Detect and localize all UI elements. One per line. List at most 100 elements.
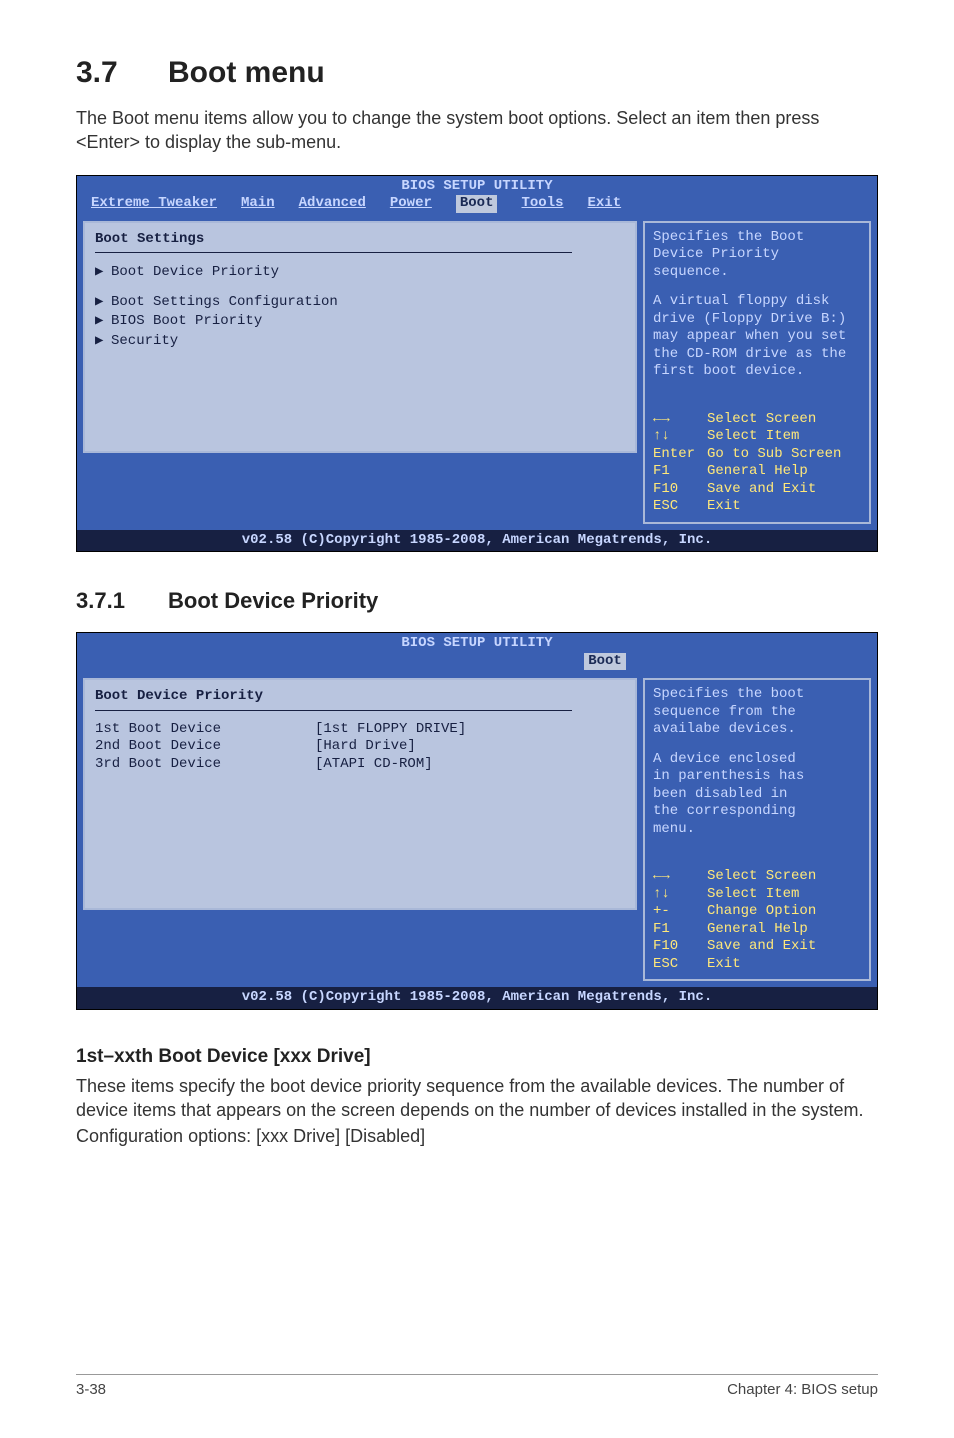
submenu-arrow-icon: ▶ bbox=[95, 294, 111, 312]
setting-value: [ATAPI CD-ROM] bbox=[315, 756, 433, 774]
bios-utility-title: BIOS SETUP UTILITY bbox=[77, 633, 877, 653]
bios-copyright-footer: v02.58 (C)Copyright 1985-2008, American … bbox=[77, 530, 877, 552]
key-f1: F1 bbox=[653, 463, 707, 481]
item-label: Boot Settings Configuration bbox=[111, 294, 338, 310]
menu-extreme-tweaker[interactable]: Extreme Tweaker bbox=[91, 195, 217, 213]
list-item[interactable]: ▶Security bbox=[95, 332, 625, 352]
help-line: availabe devices. bbox=[653, 721, 861, 739]
key-label: Select Item bbox=[707, 428, 799, 446]
key-label: Change Option bbox=[707, 903, 816, 921]
intro-paragraph: The Boot menu items allow you to change … bbox=[76, 106, 878, 155]
arrows-lr-icon: ←→ bbox=[653, 411, 707, 429]
subsection-number: 3.7.1 bbox=[76, 588, 168, 614]
bios-right-panel: Specifies the boot sequence from the ava… bbox=[643, 672, 877, 987]
bios-utility-title: BIOS SETUP UTILITY bbox=[77, 176, 877, 196]
paragraph-heading: 1st–xxth Boot Device [xxx Drive] bbox=[76, 1046, 878, 1068]
key-label: General Help bbox=[707, 921, 808, 939]
key-label: Save and Exit bbox=[707, 481, 816, 499]
section-heading: 3.7Boot menu bbox=[76, 56, 878, 90]
key-legend: ←→Select Screen ↑↓Select Item EnterGo to… bbox=[653, 411, 861, 516]
item-label: BIOS Boot Priority bbox=[111, 313, 262, 329]
menu-advanced[interactable]: Advanced bbox=[299, 195, 366, 213]
menu-tools[interactable]: Tools bbox=[521, 195, 563, 213]
body-paragraph: These items specify the boot device prio… bbox=[76, 1074, 878, 1123]
key-label: Exit bbox=[707, 956, 741, 974]
menu-exit[interactable]: Exit bbox=[588, 195, 622, 213]
help-line: sequence from the bbox=[653, 704, 861, 722]
document-page: 3.7Boot menu The Boot menu items allow y… bbox=[0, 0, 954, 1438]
bios-screenshot-boot-device-priority: BIOS SETUP UTILITY Boot Boot Device Prio… bbox=[76, 632, 878, 1010]
divider bbox=[95, 252, 572, 253]
key-f10: F10 bbox=[653, 938, 707, 956]
panel-heading: Boot Device Priority bbox=[95, 688, 625, 706]
key-enter: Enter bbox=[653, 446, 707, 464]
help-line: been disabled in bbox=[653, 786, 861, 804]
arrows-ud-icon: ↑↓ bbox=[653, 428, 707, 446]
key-esc: ESC bbox=[653, 956, 707, 974]
key-label: Go to Sub Screen bbox=[707, 446, 841, 464]
bios-left-inner: Boot Device Priority 1st Boot Device [1s… bbox=[83, 678, 637, 910]
list-item[interactable]: ▶Boot Settings Configuration bbox=[95, 293, 625, 313]
menu-main[interactable]: Main bbox=[241, 195, 275, 213]
arrows-ud-icon: ↑↓ bbox=[653, 886, 707, 904]
menu-power[interactable]: Power bbox=[390, 195, 432, 213]
page-number: 3-38 bbox=[76, 1381, 106, 1398]
item-label: Security bbox=[111, 333, 178, 349]
list-item[interactable]: ▶Boot Device Priority bbox=[95, 263, 625, 283]
setting-row[interactable]: 1st Boot Device [1st FLOPPY DRIVE] bbox=[95, 721, 625, 739]
setting-value: [Hard Drive] bbox=[315, 738, 416, 756]
setting-key: 1st Boot Device bbox=[95, 721, 315, 739]
bios-top-menu: Extreme Tweaker Main Advanced Power Boot… bbox=[77, 195, 877, 215]
section-number: 3.7 bbox=[76, 56, 168, 90]
page-footer: 3-38 Chapter 4: BIOS setup bbox=[76, 1374, 878, 1398]
divider bbox=[95, 710, 572, 711]
key-label: Select Item bbox=[707, 886, 799, 904]
bios-body: Boot Device Priority 1st Boot Device [1s… bbox=[77, 672, 877, 987]
section-title-text: Boot menu bbox=[168, 56, 325, 89]
key-f1: F1 bbox=[653, 921, 707, 939]
arrows-lr-icon: ←→ bbox=[653, 868, 707, 886]
help-line: Specifies the boot bbox=[653, 686, 861, 704]
setting-key: 2nd Boot Device bbox=[95, 738, 315, 756]
help-line: the corresponding bbox=[653, 803, 861, 821]
submenu-arrow-icon: ▶ bbox=[95, 333, 111, 351]
bios-body: Boot Settings ▶Boot Device Priority ▶Boo… bbox=[77, 215, 877, 530]
list-item[interactable]: ▶BIOS Boot Priority bbox=[95, 312, 625, 332]
key-label: Select Screen bbox=[707, 411, 816, 429]
submenu-arrow-icon: ▶ bbox=[95, 313, 111, 331]
help-line: A virtual floppy disk bbox=[653, 293, 861, 311]
menu-boot[interactable]: Boot bbox=[584, 653, 626, 671]
key-label: Save and Exit bbox=[707, 938, 816, 956]
setting-row[interactable]: 3rd Boot Device [ATAPI CD-ROM] bbox=[95, 756, 625, 774]
body-paragraph: Configuration options: [xxx Drive] [Disa… bbox=[76, 1124, 878, 1148]
panel-heading: Boot Settings bbox=[95, 231, 625, 249]
bios-right-panel: Specifies the Boot Device Priority seque… bbox=[643, 215, 877, 530]
bios-left-panel: Boot Device Priority 1st Boot Device [1s… bbox=[77, 672, 643, 987]
key-esc: ESC bbox=[653, 498, 707, 516]
help-line: Specifies the Boot bbox=[653, 229, 861, 247]
help-line: the CD-ROM drive as the bbox=[653, 346, 861, 364]
subsection-title-text: Boot Device Priority bbox=[168, 588, 378, 613]
bios-help-panel: Specifies the boot sequence from the ava… bbox=[643, 678, 871, 981]
help-line: sequence. bbox=[653, 264, 861, 282]
help-line: drive (Floppy Drive B:) bbox=[653, 311, 861, 329]
key-plus-minus: +- bbox=[653, 903, 707, 921]
help-line: A device enclosed bbox=[653, 751, 861, 769]
setting-value: [1st FLOPPY DRIVE] bbox=[315, 721, 466, 739]
subsection-heading: 3.7.1Boot Device Priority bbox=[76, 588, 878, 614]
key-f10: F10 bbox=[653, 481, 707, 499]
setting-row[interactable]: 2nd Boot Device [Hard Drive] bbox=[95, 738, 625, 756]
submenu-arrow-icon: ▶ bbox=[95, 264, 111, 282]
bios-left-inner: Boot Settings ▶Boot Device Priority ▶Boo… bbox=[83, 221, 637, 453]
chapter-label: Chapter 4: BIOS setup bbox=[727, 1381, 878, 1398]
bios-screenshot-boot-settings: BIOS SETUP UTILITY Extreme Tweaker Main … bbox=[76, 175, 878, 553]
bios-top-menu: Boot bbox=[77, 653, 877, 673]
help-line: Device Priority bbox=[653, 246, 861, 264]
menu-boot[interactable]: Boot bbox=[456, 195, 498, 213]
key-label: Select Screen bbox=[707, 868, 816, 886]
item-label: Boot Device Priority bbox=[111, 264, 279, 280]
key-label: General Help bbox=[707, 463, 808, 481]
key-legend: ←→Select Screen ↑↓Select Item +-Change O… bbox=[653, 868, 861, 973]
bios-copyright-footer: v02.58 (C)Copyright 1985-2008, American … bbox=[77, 987, 877, 1009]
help-line: menu. bbox=[653, 821, 861, 839]
